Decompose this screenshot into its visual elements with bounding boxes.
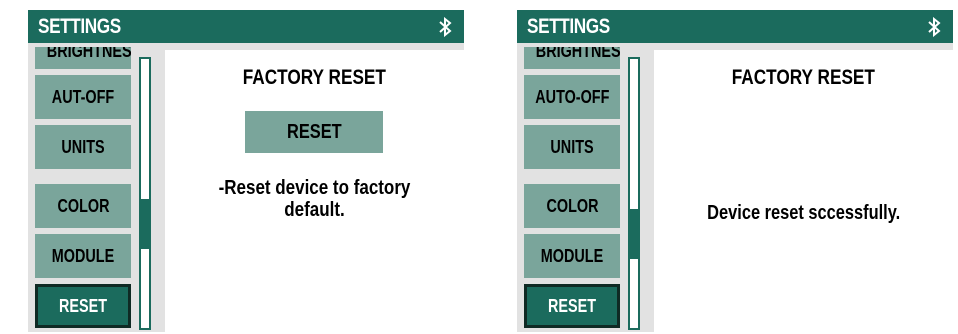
panel-title: FACTORY RESET xyxy=(731,66,876,89)
menu-item-brightness[interactable]: BRIGHTNESS xyxy=(524,47,620,69)
factory-reset-panel: FACTORY RESET RESET -Reset device to fac… xyxy=(165,50,464,332)
menu-item-reset[interactable]: RESET xyxy=(524,284,620,328)
scrollbar[interactable] xyxy=(628,57,640,330)
reset-success-message: Device reset sccessfully. xyxy=(707,202,900,224)
scrollbar-thumb[interactable] xyxy=(141,199,149,249)
title-bar: SETTINGS xyxy=(517,10,953,43)
menu-item-color[interactable]: COLOR xyxy=(524,184,620,228)
menu-item-module[interactable]: MODULE xyxy=(524,234,620,278)
menu-item-reset[interactable]: RESET xyxy=(35,284,131,328)
bluetooth-icon xyxy=(928,17,941,37)
scrollbar-thumb[interactable] xyxy=(630,209,638,259)
menu-item-units[interactable]: UNITS xyxy=(524,125,620,169)
bluetooth-icon xyxy=(439,17,452,37)
screen-title: SETTINGS xyxy=(527,15,610,38)
panel-title: FACTORY RESET xyxy=(242,66,387,89)
menu-item-auto-off[interactable]: AUTO-OFF xyxy=(524,75,620,119)
settings-screen-after-reset: SETTINGS BRIGHTNESS AUTO-OFF UNITS COLOR… xyxy=(517,10,953,332)
reset-description: -Reset device to factory default. xyxy=(218,177,411,221)
settings-screen-before-reset: SETTINGS BRIGHTNESS AUT-OFF UNITS COLOR … xyxy=(28,10,464,332)
menu-item-color[interactable]: COLOR xyxy=(35,184,131,228)
menu-item-auto-off[interactable]: AUT-OFF xyxy=(35,75,131,119)
title-bar: SETTINGS xyxy=(28,10,464,43)
factory-reset-panel: FACTORY RESET Device reset sccessfully. xyxy=(654,50,953,332)
reset-button[interactable]: RESET xyxy=(245,111,383,153)
menu-item-module[interactable]: MODULE xyxy=(35,234,131,278)
menu-item-units[interactable]: UNITS xyxy=(35,125,131,169)
menu-item-brightness[interactable]: BRIGHTNESS xyxy=(35,47,131,69)
screen-title: SETTINGS xyxy=(38,15,121,38)
scrollbar[interactable] xyxy=(139,57,151,330)
